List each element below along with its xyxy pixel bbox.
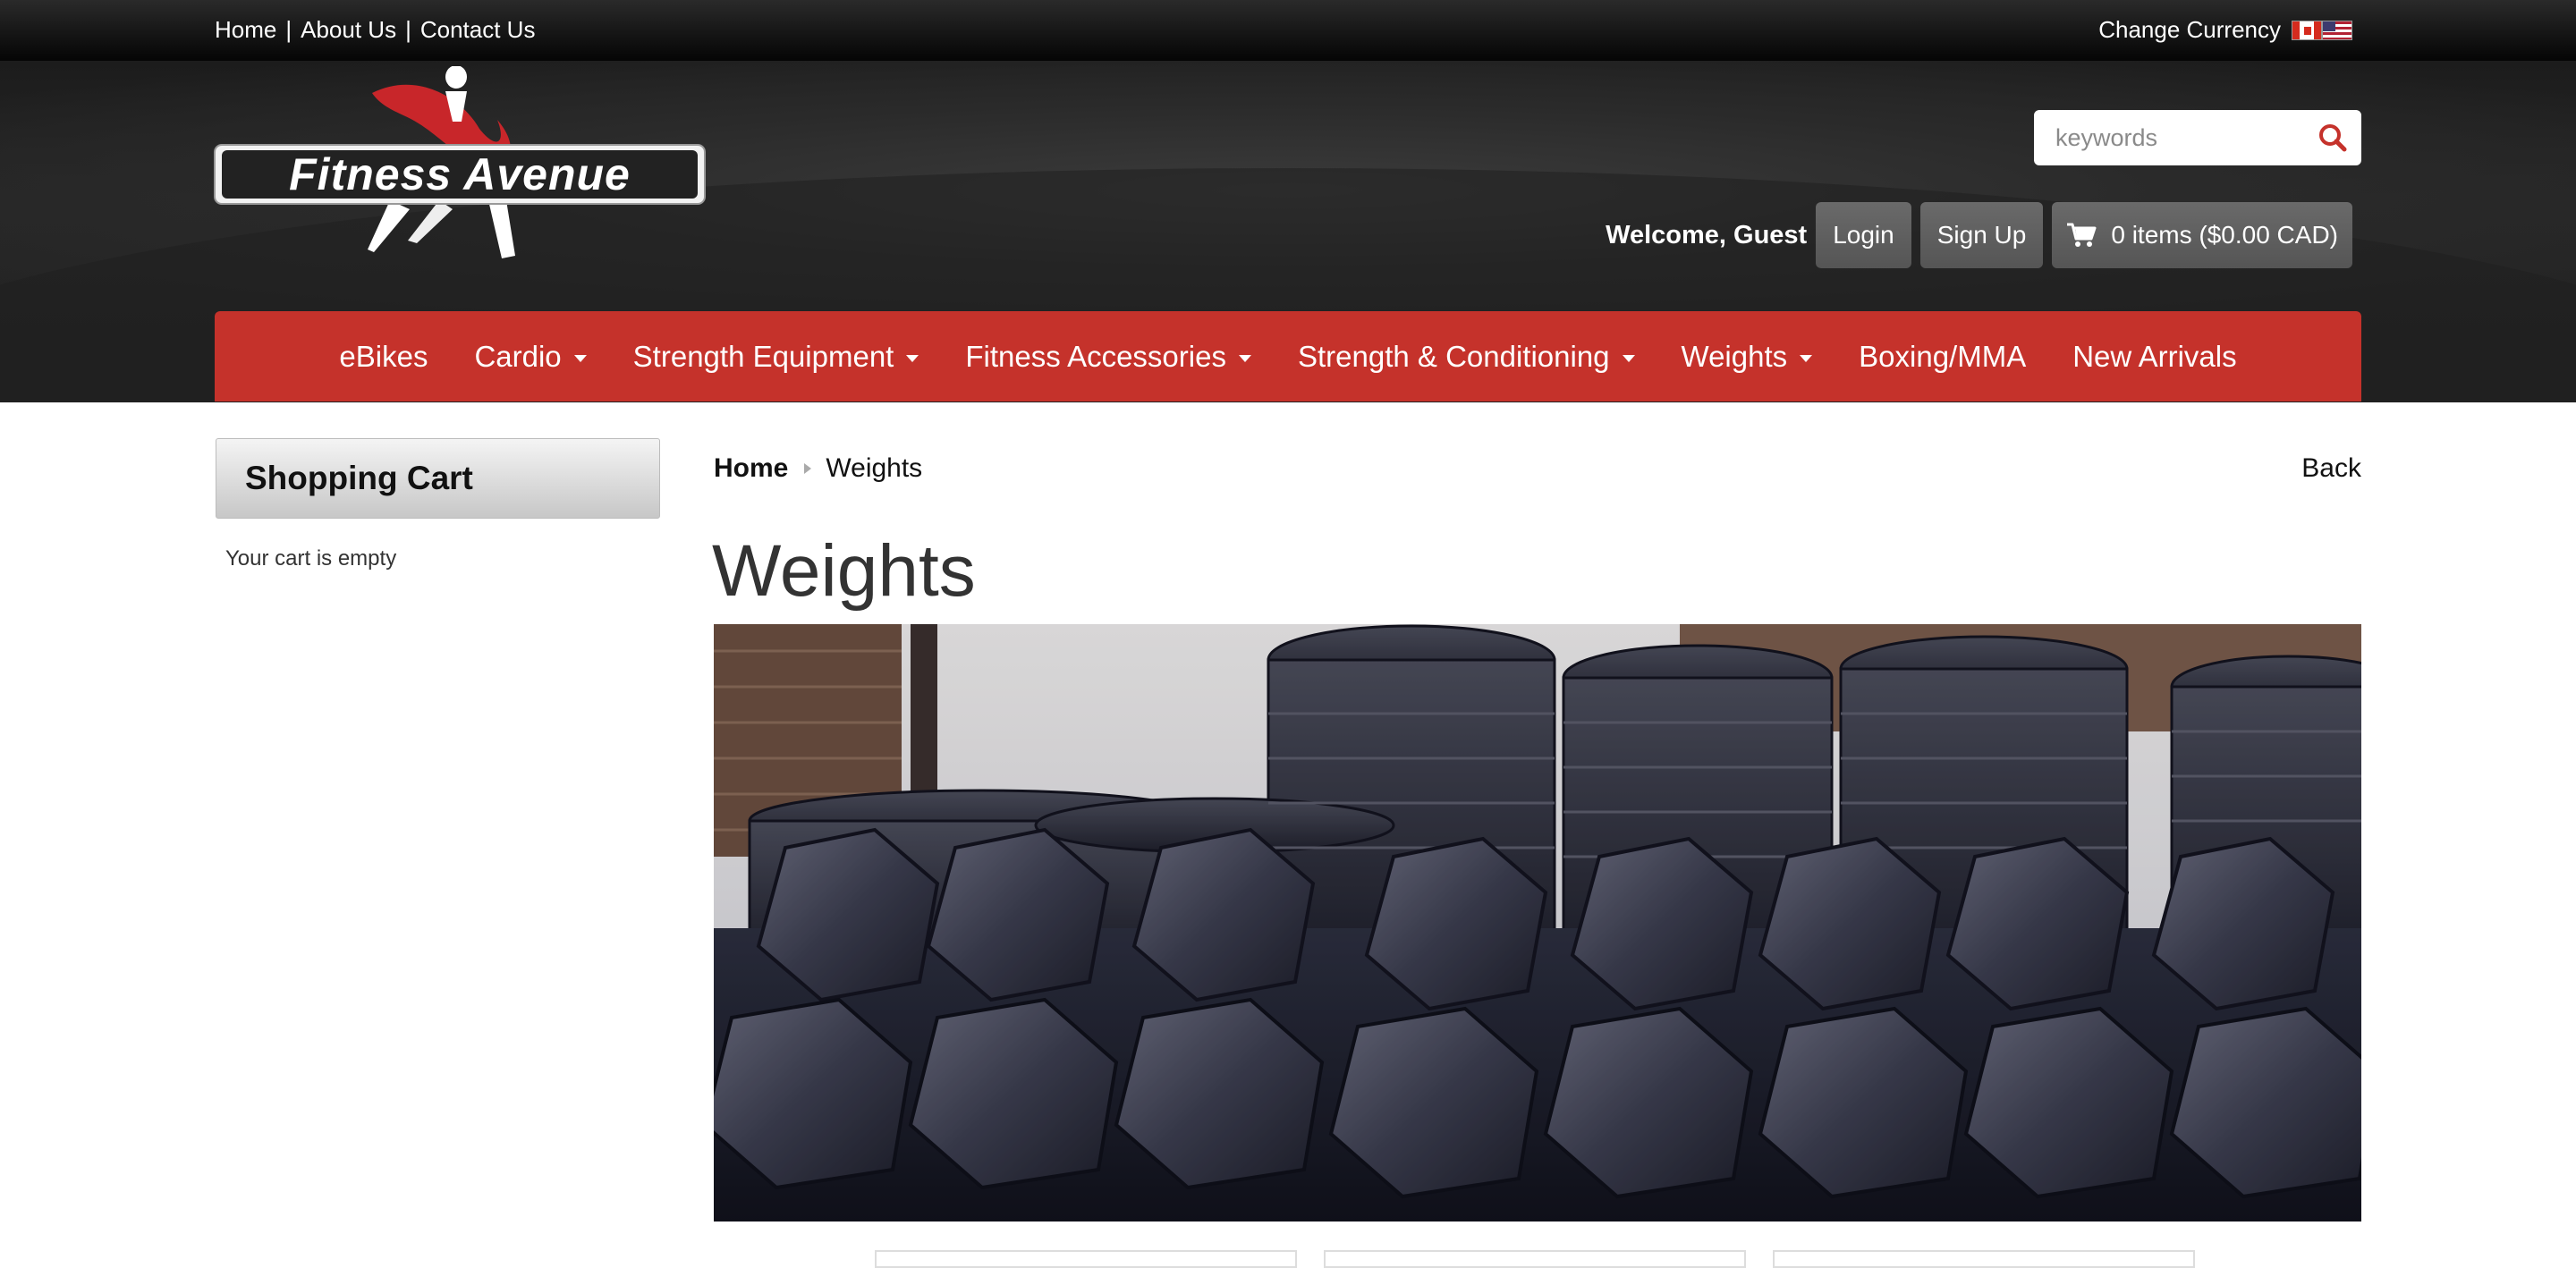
product-card[interactable] (1324, 1250, 1746, 1268)
cart-summary: 0 items ($0.00 CAD) (2111, 221, 2338, 249)
caret-down-icon (1800, 354, 1813, 362)
nav-label: New Arrivals (2072, 339, 2237, 373)
top-link-home[interactable]: Home (215, 16, 276, 44)
caret-down-icon (573, 354, 587, 362)
logo-text: Fitness Avenue (289, 149, 631, 199)
nav-label: Fitness Accessories (965, 339, 1226, 373)
shopping-cart-icon (2067, 223, 2097, 247)
link-separator: | (405, 16, 411, 43)
cart-empty-message: Your cart is empty (225, 546, 397, 571)
nav-label: Strength Equipment (632, 339, 894, 373)
breadcrumb-arrow-icon (804, 463, 812, 474)
page-title: Weights (712, 530, 976, 612)
nav-label: Weights (1681, 339, 1788, 373)
caret-down-icon (906, 354, 919, 362)
caret-down-icon (1622, 354, 1635, 362)
breadcrumb-home-link[interactable]: Home (714, 453, 788, 484)
nav-label: Boxing/MMA (1859, 339, 2027, 373)
caret-down-icon (1238, 354, 1251, 362)
currency-switcher: Change Currency (2098, 16, 2352, 44)
usa-flag-icon[interactable] (2322, 20, 2352, 40)
nav-item-ebikes[interactable]: eBikes (316, 340, 451, 374)
nav-item-weights[interactable]: Weights (1658, 340, 1836, 374)
nav-label: Cardio (474, 339, 562, 373)
nav-label: eBikes (339, 339, 428, 373)
search-box (2034, 110, 2361, 165)
search-icon[interactable] (2317, 122, 2349, 154)
top-link-contact-us[interactable]: Contact Us (420, 16, 536, 44)
fitness-avenue-logo[interactable]: Fitness Avenue (211, 66, 708, 268)
welcome-text: Welcome, Guest (1606, 220, 1808, 249)
nav-item-strength-conditioning[interactable]: Strength & Conditioning (1275, 340, 1658, 374)
top-links: Home | About Us | Contact Us (215, 16, 535, 44)
site-header: Fitness Avenue Welcome, Guest Login Sign… (0, 61, 2576, 402)
nav-item-strength-equipment[interactable]: Strength Equipment (610, 340, 943, 374)
weights-banner-image (714, 624, 2361, 1222)
login-button[interactable]: Login (1816, 202, 1911, 268)
breadcrumb-current: Weights (826, 453, 923, 483)
breadcrumb: Home Weights (714, 453, 922, 484)
shopping-cart-heading: Shopping Cart (216, 438, 660, 519)
product-card[interactable] (875, 1250, 1297, 1268)
canada-flag-icon[interactable] (2292, 20, 2322, 40)
link-separator: | (285, 16, 292, 43)
nav-item-new-arrivals[interactable]: New Arrivals (2049, 340, 2259, 374)
top-utility-bar: Home | About Us | Contact Us Change Curr… (0, 0, 2576, 61)
main-nav: eBikes Cardio Strength Equipment Fitness… (215, 311, 2361, 402)
signup-button[interactable]: Sign Up (1919, 202, 2044, 268)
top-link-about-us[interactable]: About Us (301, 16, 396, 44)
nav-item-boxing-mma[interactable]: Boxing/MMA (1835, 340, 2049, 374)
nav-label: Strength & Conditioning (1297, 339, 1610, 373)
currency-label: Change Currency (2098, 16, 2281, 43)
back-link[interactable]: Back (2301, 453, 2361, 484)
nav-item-cardio[interactable]: Cardio (451, 340, 609, 374)
search-input[interactable] (2054, 123, 2308, 153)
account-bar: Welcome, Guest Login Sign Up 0 items ($0… (1606, 202, 2352, 268)
product-card[interactable] (1773, 1250, 2195, 1268)
nav-item-fitness-accessories[interactable]: Fitness Accessories (942, 340, 1275, 374)
cart-button[interactable]: 0 items ($0.00 CAD) (2052, 202, 2352, 268)
shopping-cart-title: Shopping Cart (245, 460, 473, 496)
